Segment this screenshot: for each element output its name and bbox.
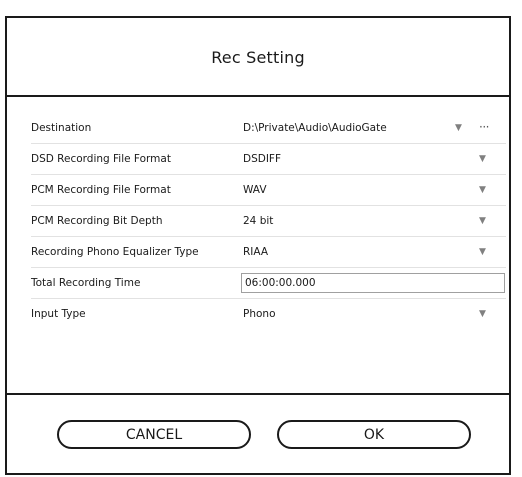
rec-setting-dialog: Rec Setting Destination D:\Private\Audio… — [5, 16, 511, 475]
phono-eq-row[interactable]: Recording Phono Equalizer Type RIAA ▼ — [31, 237, 506, 268]
destination-value[interactable]: D:\Private\Audio\AudioGate — [243, 113, 387, 143]
dsd-format-label: DSD Recording File Format — [31, 153, 171, 165]
phono-eq-label: Recording Phono Equalizer Type — [31, 246, 199, 258]
cancel-button[interactable]: CANCEL — [57, 420, 251, 449]
total-time-row: Total Recording Time — [31, 268, 506, 299]
phono-eq-select[interactable]: RIAA — [243, 237, 268, 267]
pcm-bit-depth-select[interactable]: 24 bit — [243, 206, 273, 236]
dsd-format-row[interactable]: DSD Recording File Format DSDIFF ▼ — [31, 144, 506, 175]
pcm-format-row[interactable]: PCM Recording File Format WAV ▼ — [31, 175, 506, 206]
settings-list: Destination D:\Private\Audio\AudioGate ▼… — [31, 113, 506, 329]
pcm-bit-depth-row[interactable]: PCM Recording Bit Depth 24 bit ▼ — [31, 206, 506, 237]
pcm-bit-depth-label: PCM Recording Bit Depth — [31, 215, 163, 227]
pcm-bit-depth-dropdown-arrow-icon[interactable]: ▼ — [479, 206, 486, 236]
ok-button[interactable]: OK — [277, 420, 471, 449]
destination-dropdown-arrow-icon[interactable]: ▼ — [455, 113, 462, 143]
browse-ellipsis-button[interactable]: ··· — [479, 113, 489, 141]
input-type-label: Input Type — [31, 308, 86, 320]
dialog-title: Rec Setting — [211, 48, 305, 67]
dialog-footer: CANCEL OK — [7, 393, 509, 477]
phono-eq-dropdown-arrow-icon[interactable]: ▼ — [479, 237, 486, 267]
dialog-header: Rec Setting — [7, 18, 509, 97]
destination-label: Destination — [31, 122, 92, 134]
destination-row: Destination D:\Private\Audio\AudioGate ▼… — [31, 113, 506, 144]
total-time-input[interactable] — [241, 273, 505, 293]
pcm-format-select[interactable]: WAV — [243, 175, 267, 205]
dsd-format-dropdown-arrow-icon[interactable]: ▼ — [479, 144, 486, 174]
dsd-format-select[interactable]: DSDIFF — [243, 144, 281, 174]
pcm-format-dropdown-arrow-icon[interactable]: ▼ — [479, 175, 486, 205]
input-type-dropdown-arrow-icon[interactable]: ▼ — [479, 299, 486, 329]
total-time-label: Total Recording Time — [31, 277, 141, 289]
input-type-row[interactable]: Input Type Phono ▼ — [31, 299, 506, 329]
pcm-format-label: PCM Recording File Format — [31, 184, 171, 196]
input-type-select[interactable]: Phono — [243, 299, 276, 329]
